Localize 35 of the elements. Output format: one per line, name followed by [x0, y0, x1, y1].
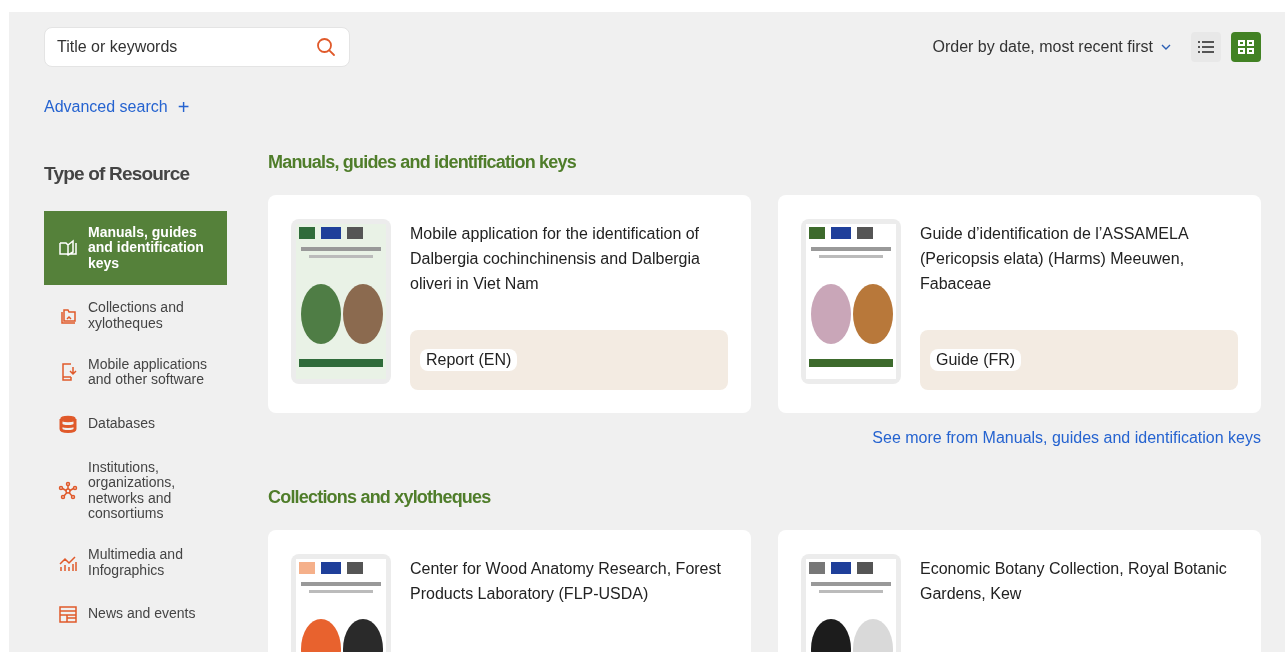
- list-icon: [1198, 41, 1214, 53]
- section-heading: Collections and xylotheques: [268, 487, 492, 508]
- search-field[interactable]: Title or keywords: [44, 27, 350, 67]
- grid-icon: [1238, 40, 1254, 54]
- sidebar-title: Type of Resource: [44, 163, 191, 185]
- sidebar-item[interactable]: Institutions, organizations, networks and consortiums: [44, 448, 227, 533]
- resource-card[interactable]: Guide d’identification de l’ASSAMELA (Pericopsis elata) (Harms) Meeuwen, Fabaceae Guide (FR): [778, 195, 1261, 413]
- sidebar-item[interactable]: Collections and xylotheques: [44, 289, 227, 342]
- see-more-link[interactable]: See more from Manuals, guides and identification keys: [872, 429, 1261, 446]
- chevron-down-icon: [1161, 44, 1171, 50]
- calendar-icon: [58, 604, 78, 625]
- sidebar-item[interactable]: Multimedia and Infographics: [44, 536, 227, 590]
- sidebar-item[interactable]: News and events: [44, 593, 227, 636]
- card-title[interactable]: Economic Botany Collection, Royal Botanic Gardens, Kew: [920, 556, 1238, 606]
- list-view-button[interactable]: [1191, 32, 1221, 62]
- sidebar-item[interactable]: Databases: [44, 402, 227, 445]
- network-icon: [58, 480, 78, 501]
- resource-card[interactable]: Economic Botany Collection, Royal Botanic Gardens, Kew: [778, 530, 1261, 652]
- sort-dropdown[interactable]: Order by date, most recent first: [932, 38, 1171, 56]
- resource-type-tag: Guide (FR): [930, 349, 1022, 371]
- plus-icon[interactable]: +: [177, 97, 190, 117]
- card-title[interactable]: Guide d’identification de l’ASSAMELA (Pericopsis elata) (Harms) Meeuwen, Fabaceae: [920, 221, 1238, 296]
- resource-card[interactable]: Center for Wood Anatomy Research, Forest Products Laboratory (FLP-USDA): [268, 530, 751, 652]
- search-icon: [316, 37, 336, 57]
- database-icon: [58, 413, 78, 434]
- book-icon: [58, 238, 78, 259]
- grid-view-button[interactable]: [1231, 32, 1261, 62]
- card-title[interactable]: Mobile application for the identification of Dalbergia cochinchinensis and Dalbergia oliveri in Viet Nam: [410, 221, 728, 296]
- card-title[interactable]: Center for Wood Anatomy Research, Forest Products Laboratory (FLP-USDA): [410, 556, 728, 606]
- sidebar-item[interactable]: Mobile applications and other software: [44, 345, 227, 399]
- resource-card[interactable]: Mobile application for the identification of Dalbergia cochinchinensis and Dalbergia oliveri in Viet Nam Report (EN): [268, 195, 751, 413]
- section-heading: Manuals, guides and identification keys: [268, 152, 577, 173]
- resource-type-tag: Report (EN): [420, 349, 518, 371]
- sidebar-item[interactable]: Manuals, guides and identification keys: [44, 211, 227, 286]
- advanced-search-link[interactable]: Advanced search: [44, 98, 168, 116]
